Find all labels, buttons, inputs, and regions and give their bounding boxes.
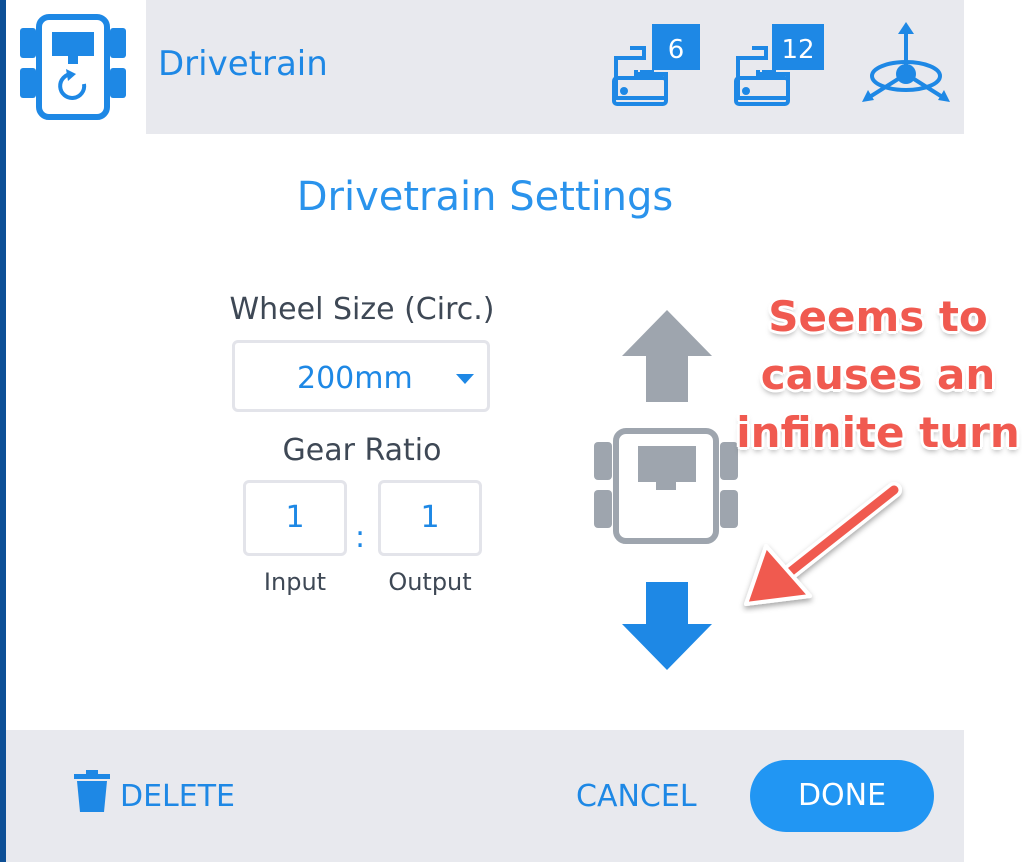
wheel-size-select[interactable]: 200mm <box>232 340 490 412</box>
delete-button[interactable]: DELETE <box>120 779 235 814</box>
dialog-title: Drivetrain Settings <box>296 174 674 220</box>
wheel-size-label: Wheel Size (Circ.) <box>229 292 495 327</box>
trash-icon[interactable] <box>72 770 112 812</box>
annotation-note: Seems to causes an infinite turn <box>728 288 1022 462</box>
port-badge: 6 <box>668 35 685 65</box>
wheel-size-value: 200mm <box>297 361 413 396</box>
annotation-line: causes an <box>760 350 996 399</box>
gear-output-field[interactable]: 1 <box>378 480 482 556</box>
annotation-line: Seems to <box>768 292 988 341</box>
arrow-up-icon[interactable] <box>622 310 712 402</box>
done-button[interactable]: DONE <box>750 760 934 832</box>
gear-ratio-label: Gear Ratio <box>282 433 442 468</box>
port-badge: 12 <box>781 35 814 65</box>
drivetrain-icon <box>14 14 134 120</box>
chevron-down-icon <box>456 374 474 384</box>
robot-icon <box>592 428 742 544</box>
ratio-separator: : <box>355 520 366 555</box>
gear-input-field[interactable]: 1 <box>243 480 347 556</box>
annotation-arrow-icon <box>736 476 912 614</box>
annotation-line: infinite turn <box>736 408 1020 457</box>
input-label: Input <box>263 568 327 596</box>
motor-icon[interactable]: 12 <box>730 18 830 110</box>
motor-icon[interactable]: 6 <box>608 18 704 110</box>
device-title: Drivetrain <box>158 44 328 84</box>
cancel-button[interactable]: CANCEL <box>576 779 697 814</box>
gyro-icon[interactable] <box>858 22 954 106</box>
arrow-down-icon[interactable] <box>622 582 712 670</box>
drivetrain-dialog: Drivetrain 6 12 Drivetrain Settings Whee… <box>0 0 1022 862</box>
output-label: Output <box>388 568 472 596</box>
